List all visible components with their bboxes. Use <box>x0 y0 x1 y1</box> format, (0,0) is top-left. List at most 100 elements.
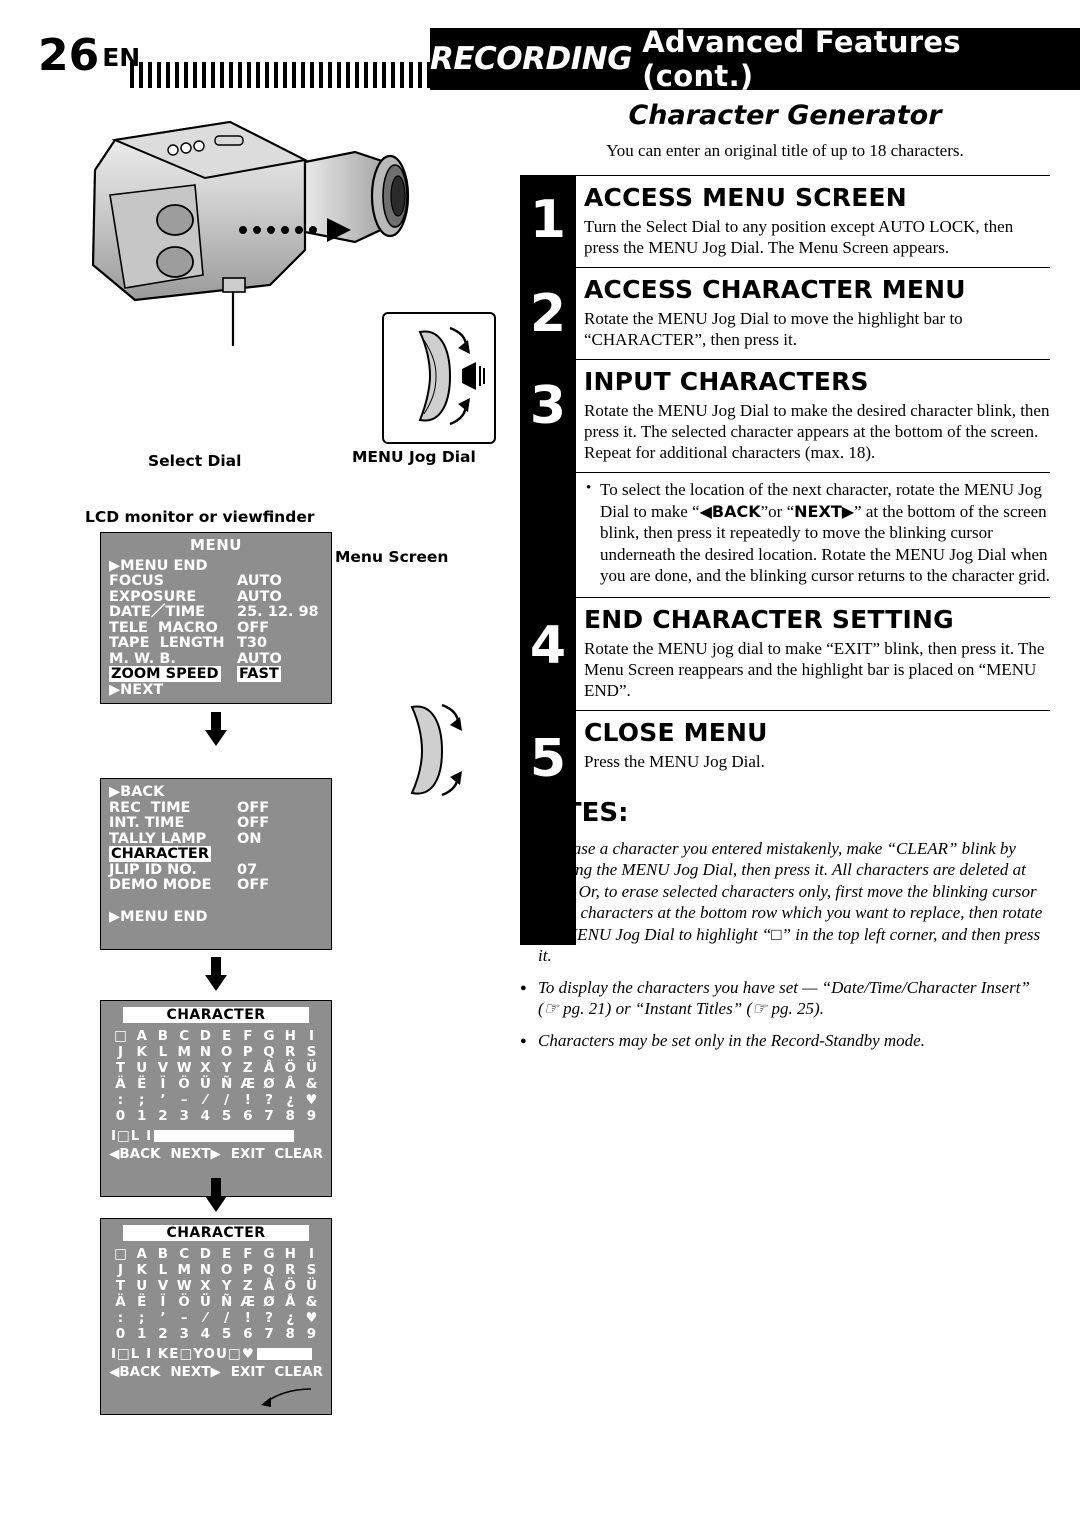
character-input-line-2: I□L I KE□YOU□♥ <box>111 1345 321 1362</box>
menu-row: INT. TIME OFF <box>109 815 270 831</box>
step-2-number: 2 <box>529 284 567 344</box>
character-empty-slots <box>256 1347 312 1360</box>
header-title-main: RECORDING <box>430 41 633 77</box>
character-row: 0123456789 <box>115 1326 317 1342</box>
character-screen-2: CHARACTER □ A B C D E F G H I JKLMNOPQRS TUVWXYZÅ… <box>100 1218 332 1415</box>
exit-pointer-arrow <box>261 1388 312 1407</box>
notes-section: NOTES: To erase a character you entered … <box>520 798 1050 1052</box>
next-label: NEXT▶ <box>794 501 855 521</box>
page-number-value: 26 <box>38 30 100 81</box>
character-row: Ä Ë Ï Ö Ü Ñ Æ Ø Å & <box>115 1294 318 1310</box>
clear-option: CLEAR <box>274 1146 323 1162</box>
menu-row: TAPE LENGTH T30 <box>109 635 268 651</box>
section-title: Character Generator <box>628 100 942 131</box>
step-2: 2 ACCESS CHARACTER MENU Rotate the MENU … <box>520 267 1050 350</box>
character-row: :;’ – ⁄ /!? ¿ ♥ <box>117 1310 318 1326</box>
menu-row: REC TIME OFF <box>109 799 270 816</box>
step-4: 4 END CHARACTER SETTING Rotate the MENU … <box>520 596 1050 701</box>
menu-item-back: ▶BACK <box>109 784 165 800</box>
page-header: 26 EN RECORDING Advanced Features (cont.) <box>0 25 1080 94</box>
character-row: Ä Ë Ï Ö Ü Ñ Æ Ø Å & <box>115 1076 318 1092</box>
step-4-text: Rotate the MENU jog dial to make “EXIT” … <box>584 638 1045 700</box>
section-subtitle: You can enter an original title of up to… <box>606 141 964 160</box>
menu-row: DATE／TIME 25. 12. 98 <box>109 604 319 620</box>
step-2-text: Rotate the MENU Jog Dial to move the hig… <box>584 309 963 349</box>
menu-item-menu-end: ▶MENU END <box>109 557 208 574</box>
character-row: □ A B C D E F G H I <box>114 1246 314 1262</box>
character-screen-2-title: CHARACTER <box>123 1225 309 1241</box>
character-grid-2: □ A B C D E F G H I JKLMNOPQRS TUVWXYZÅÖÜ ÄËÏÖÜÑÆ… <box>101 1246 331 1342</box>
exit-option: EXIT <box>230 1146 265 1162</box>
step-4-heading: END CHARACTER SETTING <box>584 604 954 634</box>
page-language: EN <box>102 43 141 72</box>
step-3-bullet: To select the location of the next chara… <box>584 478 1050 587</box>
header-title-bar: RECORDING Advanced Features (cont.) <box>430 25 1080 93</box>
character-row: □ A B C D E F G H I <box>114 1028 314 1044</box>
menu-jog-dial-label: MENU Jog Dial <box>352 448 476 466</box>
step-3-number: 3 <box>529 376 567 436</box>
step-5: 5 CLOSE MENU Press the MENU Jog Dial. <box>520 709 1050 785</box>
lcd-monitor-label: LCD monitor or viewfinder <box>85 508 315 526</box>
menu-row: DEMO MODE OFF <box>109 877 270 893</box>
menu-screen-2: ▶BACK REC TIME OFF INT. TIME OFF TALLY LAM… <box>100 778 332 950</box>
menu-screen-1-title: MENU <box>190 536 242 554</box>
note-item: To display the characters you have set —… <box>520 977 1050 1020</box>
character-row: :;’ – ⁄ /!? ¿ ♥ <box>117 1092 318 1108</box>
menu-row: JLIP ID NO. 07 <box>109 861 258 878</box>
step-3-text: Rotate the MENU Jog Dial to make the des… <box>584 401 1050 462</box>
step-3-bullet-part-b: ”or “ <box>760 501 795 521</box>
character-empty-slots <box>154 1129 295 1142</box>
page-number: 26 EN <box>38 30 140 81</box>
step-3-heading: INPUT CHARACTERS <box>584 367 869 396</box>
step-3-note-block: To select the location of the next chara… <box>520 472 1050 587</box>
character-row: JKLMNOPQRS <box>117 1044 317 1060</box>
menu-screen-label: Menu Screen <box>335 548 449 566</box>
character-input-text: I□L I <box>111 1127 153 1144</box>
character-input-text: I□L I KE□YOU□♥ <box>111 1345 255 1362</box>
left-column: Select Dial MENU Jog Dial LCD monitor or… <box>30 100 500 1415</box>
character-row: TUVWXYZÅÖÜ <box>115 1060 317 1076</box>
character-footer-1: ◀BACK NEXT▶ EXIT CLEAR <box>109 1146 323 1162</box>
next-option: NEXT▶ <box>170 1364 221 1380</box>
back-option: ◀BACK <box>109 1364 161 1380</box>
step-5-number: 5 <box>529 728 567 789</box>
step-4-number: 4 <box>529 615 567 676</box>
step-1-text: Turn the Select Dial to any position exc… <box>584 217 1014 257</box>
menu-row-highlighted: CHARACTER <box>109 846 211 862</box>
flow-arrow-1 <box>205 712 227 746</box>
note-item: Characters may be set only in the Record… <box>520 1030 1050 1051</box>
manual-page: 26 EN RECORDING Advanced Features (cont.) <box>0 0 1080 1533</box>
menu-row: FOCUS AUTO <box>109 573 282 589</box>
menu-screen-1: MENU ▶MENU END FOCUS AUTO EXPOSURE AUTO DA… <box>100 532 332 704</box>
step-2-heading: ACCESS CHARACTER MENU <box>584 275 966 304</box>
menu-jog-dial-illustration <box>382 312 496 444</box>
flow-arrow-3 <box>205 1178 227 1212</box>
step-1-heading: ACCESS MENU SCREEN <box>584 183 907 212</box>
exit-option: EXIT <box>230 1364 265 1380</box>
flow-arrow-2 <box>205 957 227 991</box>
menu-row: TALLY LAMP ON <box>109 830 262 847</box>
character-row: JKLMNOPQRS <box>117 1262 317 1278</box>
character-input-line-1: I□L I <box>111 1127 321 1144</box>
back-label: ◀BACK <box>699 501 761 521</box>
menu-row: M. W. B. AUTO <box>109 650 282 667</box>
character-screen-1: CHARACTER □ A B C D E F G H I JKLMNOPQRS TUVWXYZÅ… <box>100 1000 332 1197</box>
menu-row: EXPOSURE AUTO <box>109 588 282 605</box>
character-row: 0123456789 <box>115 1108 317 1124</box>
step-5-heading: CLOSE MENU <box>584 717 768 747</box>
character-row: TUVWXYZÅÖÜ <box>115 1278 317 1294</box>
character-grid-1: □ A B C D E F G H I JKLMNOPQRS TUVWXYZÅÖÜ ÄËÏÖÜÑÆ… <box>101 1028 331 1124</box>
right-column: Character Generator You can enter an ori… <box>520 100 1050 1061</box>
next-option: NEXT▶ <box>170 1146 221 1162</box>
menu-row: TELE MACRO OFF <box>109 619 270 636</box>
select-dial-label: Select Dial <box>148 452 242 470</box>
menu-jog-dial-illustration-2 <box>382 695 482 805</box>
menu-item-next: ▶NEXT <box>109 681 164 698</box>
header-hatch-decoration <box>130 62 430 88</box>
step-5-text: Press the MENU Jog Dial. <box>584 751 765 771</box>
back-option: ◀BACK <box>109 1146 161 1162</box>
menu-item-menu-end: ▶MENU END <box>109 908 208 925</box>
step-1: 1 ACCESS MENU SCREEN Turn the Select Dia… <box>520 175 1050 258</box>
step-3: 3 INPUT CHARACTERS Rotate the MENU Jog D… <box>520 359 1050 463</box>
header-title-sub: Advanced Features (cont.) <box>642 25 961 93</box>
